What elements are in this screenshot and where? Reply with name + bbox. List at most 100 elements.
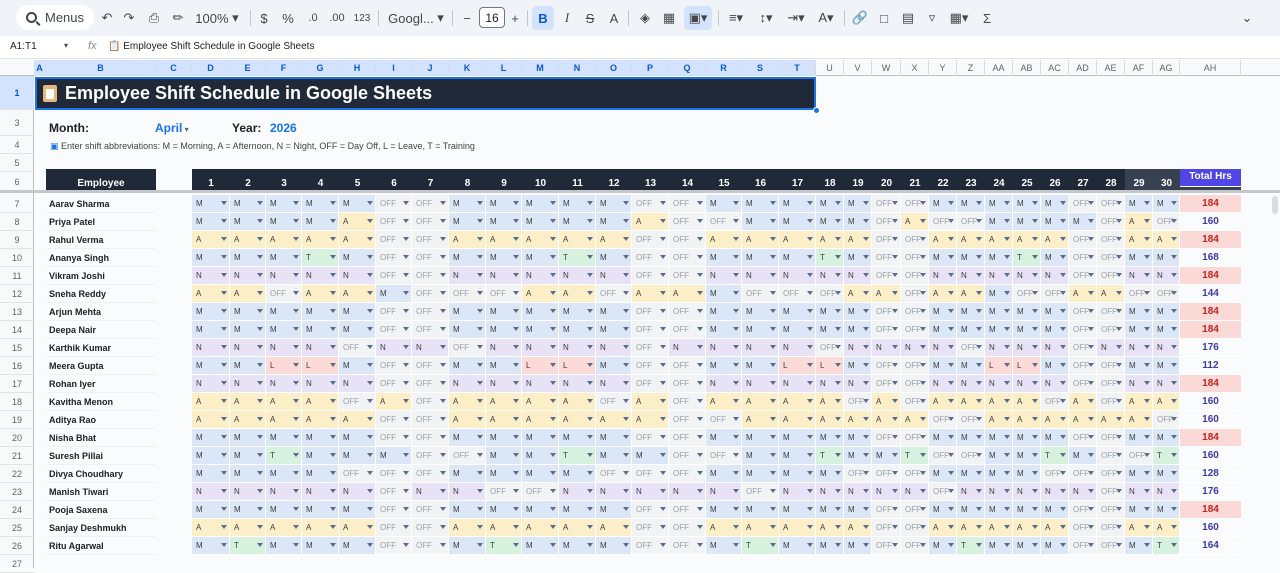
shift-cell[interactable]: M xyxy=(957,303,985,321)
dropdown-arrow-icon[interactable] xyxy=(892,543,898,547)
dropdown-arrow-icon[interactable] xyxy=(697,381,703,385)
text-color-button[interactable]: A xyxy=(607,6,621,30)
dropdown-arrow-icon[interactable] xyxy=(1004,525,1010,529)
dropdown-arrow-icon[interactable] xyxy=(697,327,703,331)
dropdown-arrow-icon[interactable] xyxy=(770,399,776,403)
shift-cell[interactable]: OFF xyxy=(1069,375,1097,393)
shift-cell[interactable]: OFF xyxy=(632,303,669,321)
shift-cell[interactable]: A xyxy=(844,519,872,537)
dropdown-arrow-icon[interactable] xyxy=(367,435,373,439)
dropdown-arrow-icon[interactable] xyxy=(697,273,703,277)
dropdown-arrow-icon[interactable] xyxy=(403,507,409,511)
column-header-Y[interactable]: Y xyxy=(929,60,957,76)
dropdown-arrow-icon[interactable] xyxy=(976,417,982,421)
shift-cell[interactable]: T xyxy=(816,447,844,465)
dropdown-arrow-icon[interactable] xyxy=(733,219,739,223)
dropdown-arrow-icon[interactable] xyxy=(513,453,519,457)
shift-cell[interactable]: OFF xyxy=(1069,501,1097,519)
dropdown-arrow-icon[interactable] xyxy=(293,435,299,439)
shift-cell[interactable]: A xyxy=(706,393,742,411)
shift-cell[interactable]: M xyxy=(844,303,872,321)
shift-cell[interactable]: M xyxy=(844,249,872,267)
dropdown-arrow-icon[interactable] xyxy=(1116,327,1122,331)
shift-cell[interactable]: OFF xyxy=(339,339,376,357)
dropdown-arrow-icon[interactable] xyxy=(733,291,739,295)
dropdown-arrow-icon[interactable] xyxy=(835,255,841,259)
dropdown-arrow-icon[interactable] xyxy=(835,345,841,349)
dropdown-arrow-icon[interactable] xyxy=(550,525,556,529)
dropdown-arrow-icon[interactable] xyxy=(948,435,954,439)
dropdown-arrow-icon[interactable] xyxy=(403,255,409,259)
shift-cell[interactable]: OFF xyxy=(816,339,844,357)
dropdown-arrow-icon[interactable] xyxy=(293,525,299,529)
dropdown-arrow-icon[interactable] xyxy=(920,201,926,205)
dropdown-arrow-icon[interactable] xyxy=(733,345,739,349)
shift-cell[interactable]: M xyxy=(486,429,522,447)
shift-cell[interactable]: M xyxy=(706,303,742,321)
row-header-22[interactable]: 22 xyxy=(0,465,34,483)
dropdown-arrow-icon[interactable] xyxy=(440,381,446,385)
dropdown-arrow-icon[interactable] xyxy=(660,525,666,529)
dropdown-arrow-icon[interactable] xyxy=(1032,525,1038,529)
dropdown-arrow-icon[interactable] xyxy=(1088,507,1094,511)
shift-cell[interactable]: M xyxy=(742,213,779,231)
dropdown-arrow-icon[interactable] xyxy=(1116,309,1122,313)
shift-cell[interactable]: N xyxy=(742,267,779,285)
shift-cell[interactable]: A xyxy=(1097,411,1125,429)
dropdown-arrow-icon[interactable] xyxy=(587,489,593,493)
shift-cell[interactable]: M xyxy=(632,447,669,465)
dropdown-arrow-icon[interactable] xyxy=(221,435,227,439)
shift-cell[interactable]: M xyxy=(779,501,816,519)
dropdown-arrow-icon[interactable] xyxy=(403,525,409,529)
dropdown-arrow-icon[interactable] xyxy=(920,543,926,547)
dropdown-arrow-icon[interactable] xyxy=(1032,417,1038,421)
shift-cell[interactable]: OFF xyxy=(412,285,449,303)
dropdown-arrow-icon[interactable] xyxy=(1032,453,1038,457)
dropdown-arrow-icon[interactable] xyxy=(697,471,703,475)
shift-cell[interactable]: M xyxy=(559,213,596,231)
dropdown-arrow-icon[interactable] xyxy=(863,363,869,367)
dropdown-arrow-icon[interactable] xyxy=(1060,489,1066,493)
shift-cell[interactable]: OFF xyxy=(1097,357,1125,375)
shift-cell[interactable]: M xyxy=(985,465,1013,483)
shift-cell[interactable]: OFF xyxy=(486,483,522,501)
dropdown-arrow-icon[interactable] xyxy=(1060,399,1066,403)
dropdown-arrow-icon[interactable] xyxy=(835,273,841,277)
dropdown-arrow-icon[interactable] xyxy=(660,417,666,421)
dropdown-arrow-icon[interactable] xyxy=(367,309,373,313)
shift-cell[interactable]: OFF xyxy=(669,321,706,339)
shift-cell[interactable]: OFF xyxy=(669,213,706,231)
shift-cell[interactable]: M xyxy=(985,321,1013,339)
dropdown-arrow-icon[interactable] xyxy=(770,201,776,205)
shift-cell[interactable]: M xyxy=(1153,501,1180,519)
dropdown-arrow-icon[interactable] xyxy=(403,417,409,421)
dropdown-arrow-icon[interactable] xyxy=(1004,345,1010,349)
dropdown-arrow-icon[interactable] xyxy=(587,399,593,403)
shift-cell[interactable]: N xyxy=(230,483,266,501)
shift-cell[interactable]: M xyxy=(779,429,816,447)
row-header-10[interactable]: 10 xyxy=(0,249,34,267)
dropdown-arrow-icon[interactable] xyxy=(1171,219,1177,223)
dropdown-arrow-icon[interactable] xyxy=(892,237,898,241)
shift-cell[interactable]: OFF xyxy=(872,231,901,249)
dropdown-arrow-icon[interactable] xyxy=(330,525,336,529)
shift-cell[interactable]: N xyxy=(522,375,559,393)
font-size-input[interactable]: 16 xyxy=(479,7,505,28)
dropdown-arrow-icon[interactable] xyxy=(976,435,982,439)
dropdown-arrow-icon[interactable] xyxy=(1116,237,1122,241)
shift-cell[interactable]: A xyxy=(1069,285,1097,303)
dropdown-arrow-icon[interactable] xyxy=(948,219,954,223)
shift-cell[interactable]: M xyxy=(192,321,230,339)
dropdown-arrow-icon[interactable] xyxy=(403,273,409,277)
dropdown-arrow-icon[interactable] xyxy=(835,417,841,421)
column-header-J[interactable]: J xyxy=(412,60,449,76)
dropdown-arrow-icon[interactable] xyxy=(587,237,593,241)
dropdown-arrow-icon[interactable] xyxy=(293,381,299,385)
dropdown-arrow-icon[interactable] xyxy=(293,489,299,493)
total-hours-cell[interactable]: 184 xyxy=(1180,501,1241,519)
dropdown-arrow-icon[interactable] xyxy=(948,363,954,367)
shift-cell[interactable]: M xyxy=(929,195,957,213)
dropdown-arrow-icon[interactable] xyxy=(367,237,373,241)
dropdown-arrow-icon[interactable] xyxy=(1171,399,1177,403)
shift-cell[interactable]: A xyxy=(929,393,957,411)
